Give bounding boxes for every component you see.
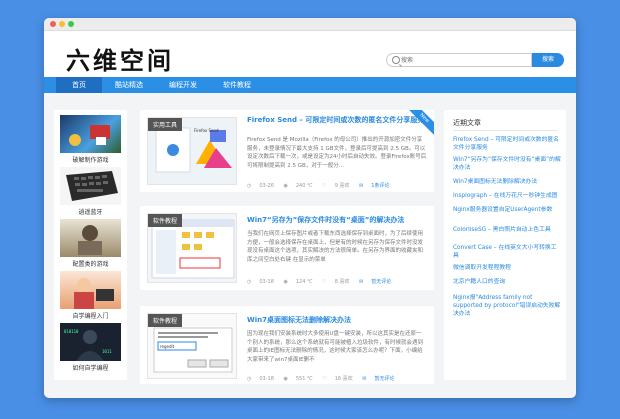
clock-icon: ◷ xyxy=(247,183,252,189)
window-titlebar xyxy=(44,18,576,31)
article-meta: ◷ 03-18 ◉ 124 ℃ ♡ 8 喜欢 ✉ 暂无评论 xyxy=(247,278,399,285)
thumbnail-label[interactable]: 如何自学编程 xyxy=(54,363,127,372)
article-likes: 9 喜欢 xyxy=(334,183,350,189)
recent-post-link[interactable]: Insplograph – 在线万花尺一秒钟生成图 xyxy=(453,192,561,200)
site-header: 六维空间 搜索 xyxy=(44,31,576,77)
thumbnail-label[interactable]: 逍遥蓝牙 xyxy=(54,207,127,216)
article-title[interactable]: Win7“另存为”保存文件时没有“桌面”的解决办法 xyxy=(247,216,427,225)
thumbnail-image[interactable]: 010110 1011 xyxy=(60,323,121,361)
svg-text:Firefox Send: Firefox Send xyxy=(194,128,219,133)
thumbnail-image[interactable] xyxy=(60,219,121,257)
maximize-dot-icon[interactable] xyxy=(68,21,74,27)
svg-text:regedit: regedit xyxy=(160,344,175,349)
eye-icon: ◉ xyxy=(283,279,288,285)
article-views: 551 ℃ xyxy=(295,376,313,382)
nav-item-programming[interactable]: 编程开发 xyxy=(160,77,206,93)
clock-icon: ◷ xyxy=(247,376,252,382)
thumbnail-label[interactable]: 破解制作游戏 xyxy=(54,155,127,164)
article-comments[interactable]: 暂无评论 xyxy=(371,279,391,285)
article-meta: ◷ 03-18 ◉ 551 ℃ ♡ 16 喜欢 ✉ 暂无评论 xyxy=(247,375,402,382)
heart-icon: ♡ xyxy=(322,376,327,382)
svg-text:1011: 1011 xyxy=(102,349,112,354)
recent-post-link[interactable]: Firefox Send – 可限定时间或次数的匿名文件分享服务 xyxy=(453,136,561,152)
recent-posts-widget: 近期文章 Firefox Send – 可限定时间或次数的匿名文件分享服务 Wi… xyxy=(444,110,566,380)
clock-icon: ◷ xyxy=(247,279,252,285)
recent-post-link[interactable]: Nginx报"Address family not supported by p… xyxy=(453,294,561,318)
widget-divider xyxy=(453,130,557,131)
search-button[interactable]: 搜索 xyxy=(532,53,564,67)
category-tag[interactable]: 软件教程 xyxy=(148,214,183,227)
widget-title: 近期文章 xyxy=(453,119,481,127)
article-thumbnail[interactable]: regedit 软件教程 xyxy=(147,313,237,379)
thumbnail-image[interactable] xyxy=(60,271,121,309)
article-excerpt: Firefox Send 是 Mozilla（Firefox 的母公司）推出的开… xyxy=(247,137,427,169)
search-input[interactable] xyxy=(401,54,529,66)
article-excerpt: 当我们在网页上保存图片或者下载东西选择保存到桌面时，为了后续使用方便，一般会选择… xyxy=(247,231,424,263)
article-title[interactable]: Win7桌面图标无法删除解决办法 xyxy=(247,316,427,325)
main-nav: 首页 酷站精选 编程开发 软件教程 xyxy=(44,77,576,93)
article-likes: 16 喜欢 xyxy=(334,376,353,382)
thumbnail-label[interactable]: 配置类的游戏 xyxy=(54,259,127,268)
nav-item-featured-sites[interactable]: 酷站精选 xyxy=(106,77,152,93)
search-icon xyxy=(392,56,400,64)
close-dot-icon[interactable] xyxy=(50,21,56,27)
article-title[interactable]: Firefox Send – 可限定时间或次数的匿名文件分享服务 xyxy=(247,116,427,125)
article-card: Firefox Send 实用工具 Firefox Send – 可限定时间或次… xyxy=(140,110,434,192)
thumbnail-label[interactable]: 自学编程入门 xyxy=(54,311,127,320)
category-tag[interactable]: 软件教程 xyxy=(148,314,183,327)
recent-post-link[interactable]: Nginx服务器设置自定UserAgent参数 xyxy=(453,206,561,214)
article-meta: ◷ 03-26 ◉ 240 ℃ ♡ 9 喜欢 ✉ 1条评论 xyxy=(247,182,397,189)
article-comments[interactable]: 1条评论 xyxy=(371,183,389,189)
article-card: 软件教程 Win7“另存为”保存文件时没有“桌面”的解决办法 当我们在网页上保存… xyxy=(140,206,434,290)
eye-icon: ◉ xyxy=(283,376,288,382)
article-thumbnail[interactable]: 软件教程 xyxy=(147,213,237,283)
search-box[interactable] xyxy=(386,53,532,67)
recent-post-link[interactable]: Win7“另存为”保存文件时没有“桌面”的解决办法 xyxy=(453,156,561,172)
heart-icon: ♡ xyxy=(322,279,327,285)
eye-icon: ◉ xyxy=(283,183,288,189)
comment-icon: ✉ xyxy=(359,279,364,285)
comment-icon: ✉ xyxy=(359,183,364,189)
comment-icon: ✉ xyxy=(362,376,367,382)
left-sidebar: 破解制作游戏 逍遥蓝牙 配置类的游戏 自学编程入门 010110 1011 如何自… xyxy=(54,110,127,380)
nav-item-home[interactable]: 首页 xyxy=(56,77,102,93)
site-logo[interactable]: 六维空间 xyxy=(66,41,174,76)
article-date: 03-26 xyxy=(259,183,274,189)
recent-post-link[interactable]: ColorliseSG – 黑白照片自动上色工具 xyxy=(453,226,561,234)
recent-post-link[interactable]: Convert Case – 在线英文大小写转换工具 xyxy=(453,244,561,260)
article-excerpt: 因为现在我们安装系统时大多使用U盘一键安装，所以这其实是在还原一个别人的系统，那… xyxy=(247,331,424,363)
nav-item-software-tutorials[interactable]: 软件教程 xyxy=(214,77,260,93)
minimize-dot-icon[interactable] xyxy=(59,21,65,27)
heart-icon: ♡ xyxy=(322,183,327,189)
recent-post-link[interactable]: Win7桌面图标无法删除解决办法 xyxy=(453,178,561,186)
article-thumbnail[interactable]: Firefox Send 实用工具 xyxy=(147,117,237,185)
thumbnail-image[interactable] xyxy=(60,115,121,153)
article-likes: 8 喜欢 xyxy=(334,279,350,285)
article-views: 124 ℃ xyxy=(295,279,313,285)
article-views: 240 ℃ xyxy=(295,183,313,189)
article-comments[interactable]: 暂无评论 xyxy=(374,376,394,382)
svg-text:010110: 010110 xyxy=(64,329,79,334)
recent-post-link[interactable]: 北京户籍人口的查询 xyxy=(453,278,561,286)
article-date: 03-18 xyxy=(259,376,274,382)
article-card: regedit 软件教程 Win7桌面图标无法删除解决办法 因为现在我们安装系统… xyxy=(140,306,434,384)
browser-window: 六维空间 搜索 首页 酷站精选 编程开发 软件教程 破解制作游戏 逍遥蓝牙 配置… xyxy=(44,18,576,398)
article-date: 03-18 xyxy=(259,279,274,285)
category-tag[interactable]: 实用工具 xyxy=(148,118,183,131)
recent-post-link[interactable]: 微信调取开发程程教程 xyxy=(453,264,561,272)
thumbnail-image[interactable] xyxy=(60,167,121,205)
